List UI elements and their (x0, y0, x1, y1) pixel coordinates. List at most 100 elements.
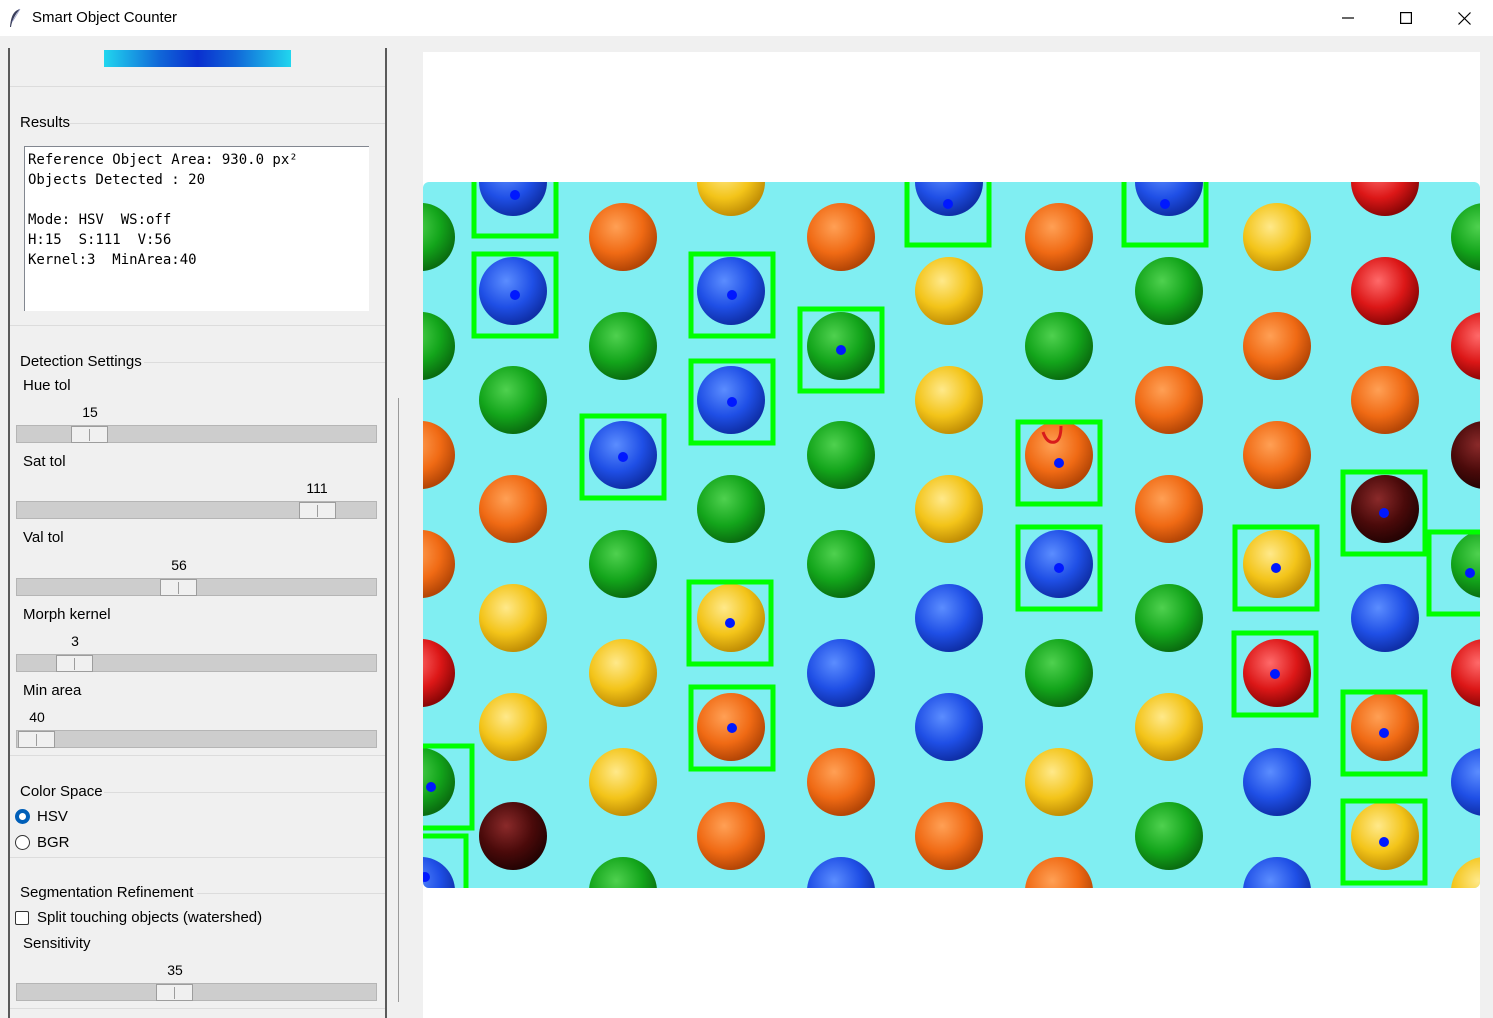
candy-o (1351, 693, 1419, 761)
color-space-group-label: Color Space (20, 783, 103, 800)
sat-tol-value: 111 (306, 480, 328, 496)
close-icon (1457, 11, 1471, 25)
morph-kernel-slider[interactable] (16, 654, 377, 672)
results-line: Kernel:3 MinArea:40 (28, 252, 197, 268)
candy-o (807, 748, 875, 816)
sat-tol-label: Sat tol (23, 453, 66, 470)
radio-button[interactable] (15, 835, 30, 850)
separator (10, 325, 385, 326)
maximize-button[interactable] (1377, 0, 1435, 36)
candy-r (1351, 257, 1419, 325)
separator (10, 1008, 385, 1009)
min-area-slider[interactable] (16, 730, 377, 748)
sensitivity-value: 35 (167, 962, 183, 978)
candy-o (589, 203, 657, 271)
gradient-banner (104, 50, 291, 67)
candy-o (1135, 366, 1203, 434)
watershed-checkbox-row[interactable]: Split touching objects (watershed) (15, 909, 262, 926)
separator (197, 893, 385, 894)
results-line (28, 190, 366, 210)
candy-y (1243, 203, 1311, 271)
detection-centroid (1379, 728, 1389, 738)
morph-kernel-value: 3 (71, 633, 79, 649)
sensitivity-slider[interactable] (16, 983, 377, 1001)
min-area-value: 40 (29, 709, 45, 725)
candy-d (479, 802, 547, 870)
candy-g (1135, 257, 1203, 325)
candy-g (807, 421, 875, 489)
candy-b (1243, 748, 1311, 816)
results-line: H:15 S:111 V:56 (28, 232, 172, 248)
slider-thumb[interactable] (18, 731, 55, 748)
candy-y (1351, 802, 1419, 870)
results-line: Objects Detected : 20 (28, 172, 206, 188)
detection-centroid (1379, 508, 1389, 518)
minimize-icon (1342, 17, 1354, 19)
candy-b (807, 639, 875, 707)
candy-y (1025, 748, 1093, 816)
separator (104, 792, 385, 793)
slider-thumb[interactable] (299, 502, 336, 519)
detection-centroid (1054, 458, 1064, 468)
candy-o (1351, 366, 1419, 434)
results-line: Mode: HSV WS:off (28, 212, 172, 228)
candy-y (915, 366, 983, 434)
val-tol-slider[interactable] (16, 578, 377, 596)
radio-label: BGR (37, 834, 70, 851)
detection-image[interactable] (423, 182, 1480, 888)
slider-thumb[interactable] (56, 655, 93, 672)
close-button[interactable] (1435, 0, 1493, 36)
separator (144, 362, 385, 363)
candy-g (1025, 639, 1093, 707)
candy-g (589, 530, 657, 598)
candy-y (589, 639, 657, 707)
candy-b (1351, 584, 1419, 652)
radio-hsv[interactable]: HSV (15, 808, 68, 825)
slider-thumb[interactable] (71, 426, 108, 443)
watershed-checkbox[interactable] (15, 910, 29, 925)
maximize-icon (1400, 12, 1412, 24)
detection-centroid (727, 397, 737, 407)
hue-tol-slider[interactable] (16, 425, 377, 443)
detection-centroid (510, 290, 520, 300)
hue-tol-label: Hue tol (23, 377, 71, 394)
slider-thumb[interactable] (156, 984, 193, 1001)
candy-g (1135, 584, 1203, 652)
window-title: Smart Object Counter (32, 9, 178, 26)
min-area-label: Min area (23, 682, 82, 699)
detection-centroid (510, 190, 520, 200)
panel-scrollbar[interactable] (398, 398, 399, 1002)
radio-bgr[interactable]: BGR (15, 834, 70, 851)
candy-o (1243, 421, 1311, 489)
results-line: Reference Object Area: 930.0 px² (28, 152, 298, 168)
detection-centroid (1465, 568, 1475, 578)
results-textbox[interactable]: Reference Object Area: 930.0 px² Objects… (24, 146, 369, 311)
candy-o (1135, 475, 1203, 543)
candy-g (1135, 802, 1203, 870)
watershed-label: Split touching objects (watershed) (37, 909, 263, 926)
detection-centroid (943, 199, 953, 209)
candy-y (1135, 693, 1203, 761)
separator (70, 123, 385, 124)
slider-thumb[interactable] (160, 579, 197, 596)
detection-centroid (1160, 199, 1170, 209)
candy-o (1243, 312, 1311, 380)
candy-o (1025, 203, 1093, 271)
val-tol-value: 56 (171, 557, 187, 573)
detection-centroid (1270, 669, 1280, 679)
separator (10, 86, 385, 87)
candy-o (807, 203, 875, 271)
morph-kernel-label: Morph kernel (23, 606, 111, 623)
candy-o (915, 802, 983, 870)
minimize-button[interactable] (1319, 0, 1377, 36)
detection-group-label: Detection Settings (20, 353, 142, 370)
candy-y (479, 584, 547, 652)
detection-centroid (618, 452, 628, 462)
sat-tol-slider[interactable] (16, 501, 377, 519)
radio-button-selected[interactable] (15, 809, 30, 824)
candy-y (479, 693, 547, 761)
detection-centroid (727, 290, 737, 300)
feather-icon (10, 8, 21, 27)
candy-y (589, 748, 657, 816)
detection-centroid (1271, 563, 1281, 573)
